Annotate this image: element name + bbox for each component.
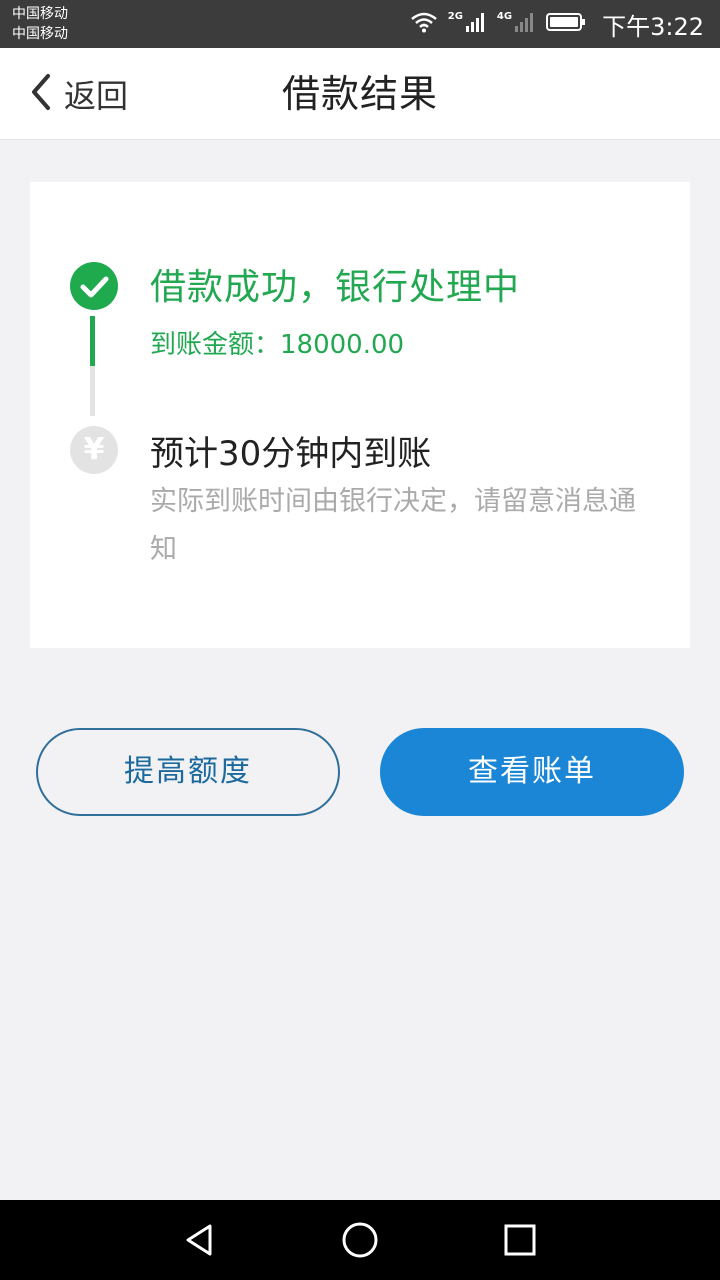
signal-icon	[465, 11, 487, 37]
view-bill-button[interactable]: 查看账单	[380, 728, 684, 816]
wifi-icon	[410, 11, 438, 37]
progress-line-pending	[90, 366, 95, 416]
success-title: 借款成功，银行处理中	[150, 267, 521, 308]
nav-bar: 借款结果 返回	[0, 48, 720, 140]
pending-description: 实际到账时间由银行决定，请留意消息通知	[150, 486, 636, 565]
network-type-label: 2G	[447, 10, 463, 22]
arrival-amount: 到账金额：18000.00	[150, 330, 405, 360]
checkmark-icon	[70, 262, 118, 310]
network-type-label: 4G	[496, 10, 513, 22]
clock: 下午3:22	[602, 12, 704, 41]
battery-icon	[546, 11, 586, 37]
signal-icon	[514, 11, 536, 37]
status-icons: 2G 4G 下午3:22	[410, 0, 704, 48]
back-label: 返回	[64, 77, 129, 115]
result-card: ¥ 借款成功，银行处理中 到账金额：18000.00 预计30分钟内到账 实际到…	[30, 182, 690, 648]
back-chevron-icon	[28, 72, 54, 116]
back-triangle-icon[interactable]	[176, 1216, 224, 1264]
system-nav-bar	[0, 1200, 720, 1280]
pending-title: 预计30分钟内到账	[150, 434, 432, 474]
carrier-name: 中国移动	[12, 26, 68, 42]
carrier-name: 中国移动	[12, 6, 68, 22]
yen-icon: ¥	[70, 426, 118, 474]
progress-line-done	[90, 316, 95, 366]
carrier-list: 中国移动 中国移动	[12, 4, 68, 44]
status-bar: 中国移动 中国移动 2G 4G 下午3:22	[0, 0, 720, 48]
home-circle-icon[interactable]	[336, 1216, 384, 1264]
recents-square-icon[interactable]	[496, 1216, 544, 1264]
back-button[interactable]: 返回	[28, 70, 128, 118]
raise-limit-button[interactable]: 提高额度	[36, 728, 340, 816]
